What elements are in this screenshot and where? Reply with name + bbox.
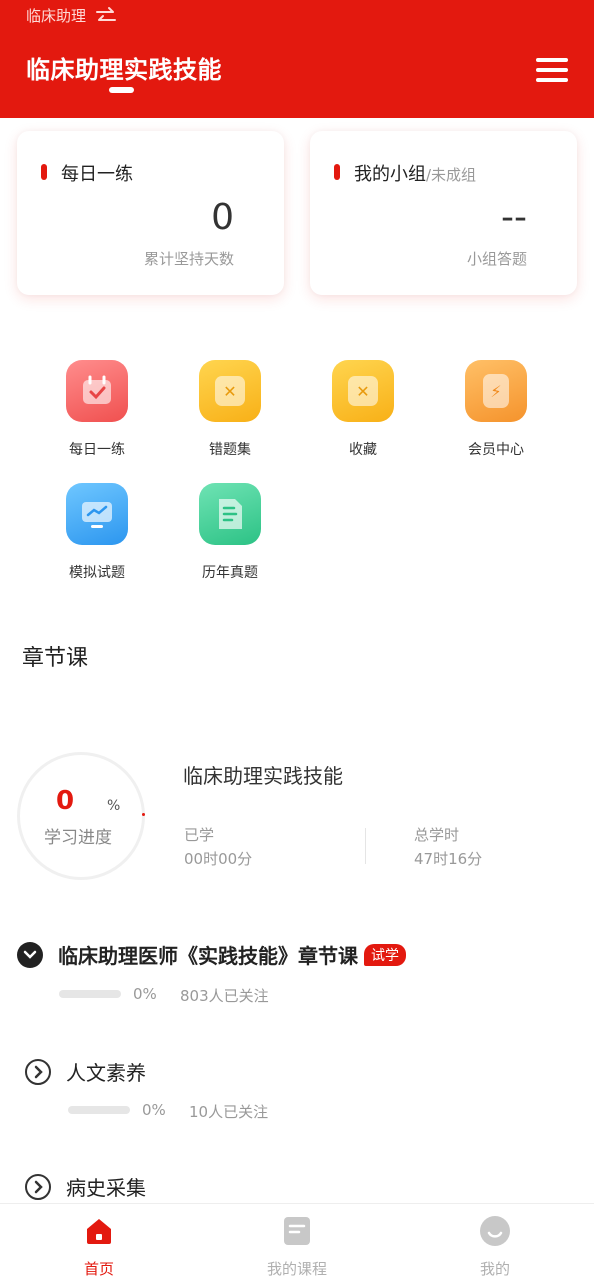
chapter-followers: 10人已关注 bbox=[189, 1103, 269, 1121]
my-group-card[interactable]: 我的小组/未成组 -- 小组答题 bbox=[310, 131, 577, 295]
section-title: 章节课 bbox=[22, 646, 89, 671]
menu-button[interactable] bbox=[536, 58, 568, 86]
quick-action-label: 每日一练 bbox=[69, 442, 125, 458]
tab-mine[interactable]: 我的 bbox=[396, 1204, 594, 1281]
exam-switcher[interactable]: 临床助理 bbox=[26, 5, 118, 26]
chapter-progress-text: 0% bbox=[133, 985, 157, 1003]
home-icon bbox=[83, 1215, 115, 1247]
chapter-title: 病史采集 bbox=[66, 1176, 146, 1200]
total-hours-label: 总学时 bbox=[414, 826, 460, 844]
tab-my-courses[interactable]: 我的课程 bbox=[198, 1204, 396, 1281]
streak-days-caption: 累计坚持天数 bbox=[143, 250, 234, 268]
bottom-tab-bar: 首页 我的课程 我的 bbox=[0, 1203, 594, 1280]
daily-practice-card[interactable]: 每日一练 0 累计坚持天数 bbox=[17, 131, 284, 295]
learned-value: 00时00分 bbox=[184, 850, 253, 868]
wrong-questions-icon: ✕ bbox=[199, 360, 261, 422]
progress-ring bbox=[17, 752, 145, 880]
chevron-right-icon[interactable] bbox=[25, 1058, 51, 1085]
x-mark-icon: ✕ bbox=[348, 376, 378, 406]
title-underline bbox=[109, 87, 134, 93]
progress-value: 0 bbox=[56, 786, 75, 816]
lightning-icon: ⚡ bbox=[465, 360, 527, 422]
group-title: 我的小组 bbox=[354, 164, 426, 185]
group-status: /未成组 bbox=[426, 166, 477, 184]
tab-label: 首页 bbox=[83, 1260, 114, 1278]
chapter-title: 临床助理医师《实践技能》章节课 bbox=[58, 944, 358, 968]
course-book-icon bbox=[281, 1215, 313, 1247]
group-answer-caption: 小组答题 bbox=[466, 250, 527, 268]
menu-icon-bar bbox=[536, 58, 568, 62]
chapter-progress-bar bbox=[68, 1106, 130, 1114]
chapter-row-main[interactable]: 临床助理医师《实践技能》章节课 试学 bbox=[17, 940, 406, 969]
monitor-chart-icon bbox=[66, 483, 128, 545]
progress-unit: % bbox=[107, 798, 121, 814]
quick-action-wrong-questions[interactable]: ✕ 错题集 bbox=[163, 360, 297, 459]
trial-badge: 试学 bbox=[364, 943, 406, 966]
smile-user-icon bbox=[479, 1215, 511, 1247]
card-marker bbox=[41, 164, 47, 180]
chapter-title: 人文素养 bbox=[66, 1061, 146, 1085]
quick-action-mock-exam[interactable]: 模拟试题 bbox=[30, 483, 164, 582]
quick-action-label: 会员中心 bbox=[468, 442, 524, 458]
tab-label: 我的课程 bbox=[266, 1260, 327, 1278]
stat-divider bbox=[365, 828, 366, 864]
x-mark-icon: ✕ bbox=[215, 376, 245, 406]
chapter-row-history-taking[interactable]: 病史采集 bbox=[25, 1172, 146, 1201]
learned-label: 已学 bbox=[184, 826, 215, 844]
progress-label: 学习进度 bbox=[44, 828, 112, 848]
group-answer-value: -- bbox=[501, 197, 527, 238]
course-name: 临床助理实践技能 bbox=[183, 764, 343, 788]
exam-switcher-label: 临床助理 bbox=[26, 7, 87, 25]
document-icon bbox=[199, 483, 261, 545]
chapter-row-humanities[interactable]: 人文素养 bbox=[25, 1057, 146, 1086]
quick-action-label: 错题集 bbox=[209, 442, 251, 458]
quick-action-label: 收藏 bbox=[349, 442, 377, 458]
quick-action-label: 历年真题 bbox=[202, 565, 258, 581]
menu-icon-bar bbox=[536, 78, 568, 82]
quick-action-daily-practice[interactable]: 每日一练 bbox=[30, 360, 164, 459]
bolt-glyph: ⚡ bbox=[483, 374, 509, 408]
quick-action-membership[interactable]: ⚡ 会员中心 bbox=[429, 360, 563, 459]
chapter-followers: 803人已关注 bbox=[180, 987, 269, 1005]
calendar-check-icon bbox=[66, 360, 128, 422]
chapter-progress-text: 0% bbox=[142, 1101, 166, 1119]
quick-action-label: 模拟试题 bbox=[69, 565, 125, 581]
tab-home[interactable]: 首页 bbox=[0, 1204, 198, 1281]
quick-action-favorites[interactable]: ✕ 收藏 bbox=[296, 360, 430, 459]
progress-indicator-dot bbox=[142, 813, 145, 816]
chevron-right-icon[interactable] bbox=[25, 1173, 51, 1200]
quick-action-past-exams[interactable]: 历年真题 bbox=[163, 483, 297, 582]
menu-icon-bar bbox=[536, 68, 568, 72]
page-title: 临床助理实践技能 bbox=[26, 56, 222, 84]
swap-arrows-icon bbox=[96, 6, 117, 21]
total-hours-value: 47时16分 bbox=[414, 850, 483, 868]
card-marker bbox=[334, 164, 340, 180]
card-title: 每日一练 bbox=[61, 164, 133, 185]
tab-label: 我的 bbox=[479, 1260, 510, 1278]
card-title: 我的小组/未成组 bbox=[354, 160, 476, 186]
favorite-icon: ✕ bbox=[332, 360, 394, 422]
app-header: 临床助理 临床助理实践技能 bbox=[0, 0, 594, 118]
chevron-down-icon[interactable] bbox=[17, 941, 43, 968]
chapter-progress-bar bbox=[59, 990, 121, 998]
streak-days-value: 0 bbox=[211, 197, 234, 238]
